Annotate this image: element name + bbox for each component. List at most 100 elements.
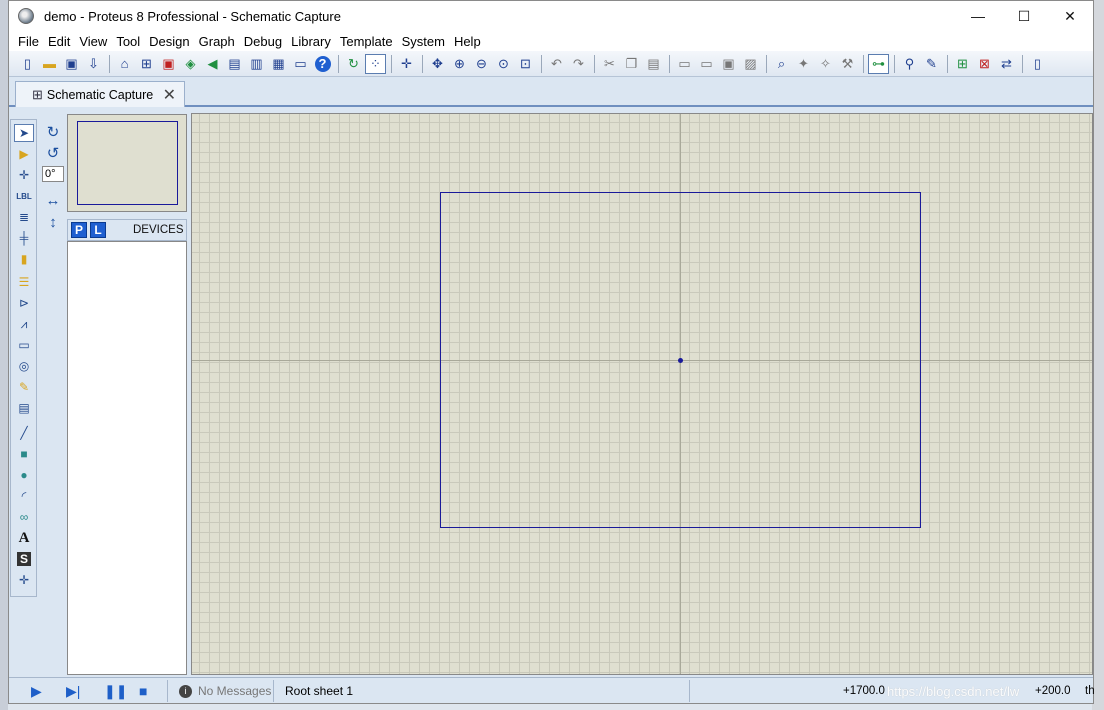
component-mode-icon[interactable]: ▶	[14, 145, 34, 163]
tape-recorder-icon[interactable]: ▭	[14, 336, 34, 354]
overview-window[interactable]	[67, 114, 187, 212]
new-file-icon[interactable]: ▯	[17, 54, 38, 74]
refresh-icon[interactable]: ↻	[343, 54, 364, 74]
library-manager-button[interactable]: L	[90, 222, 106, 238]
wire-autorouter-icon[interactable]: ⊶	[868, 53, 889, 74]
zoom-all-icon[interactable]: ⊙	[493, 54, 514, 74]
new-sheet-icon[interactable]: ⊞	[952, 54, 973, 74]
arc-2d-icon[interactable]: ◜	[14, 487, 34, 505]
markers-icon[interactable]: ✛	[14, 571, 34, 589]
save-icon[interactable]: ▣	[61, 54, 82, 74]
selection-mode-icon[interactable]: ➤	[14, 124, 34, 142]
menu-file[interactable]: File	[14, 34, 44, 49]
property-assignment-icon[interactable]: ✎	[921, 54, 942, 74]
pause-icon[interactable]: ❚❚	[104, 682, 127, 700]
zoom-area-icon[interactable]: ⊡	[515, 54, 536, 74]
remove-sheet-icon[interactable]: ⊠	[974, 54, 995, 74]
undo-icon[interactable]: ↶	[546, 54, 567, 74]
origin-icon[interactable]: ✛	[396, 54, 417, 74]
cut-icon[interactable]: ✂	[599, 54, 620, 74]
bom-icon[interactable]: ▤	[224, 54, 245, 74]
gerber-icon[interactable]: ◀	[202, 54, 223, 74]
mirror-vertical-icon[interactable]: ↕	[43, 213, 63, 231]
virtual-instruments-icon[interactable]: ▤	[14, 399, 34, 417]
pcb-icon[interactable]: ▣	[158, 54, 179, 74]
step-icon[interactable]: ▶|	[66, 682, 80, 700]
menu-edit[interactable]: Edit	[44, 34, 75, 49]
overview-sheet-frame	[77, 121, 178, 205]
status-bar: ▶ ▶| ❚❚ ■ i No Messages Root sheet 1 +17…	[9, 677, 1095, 703]
graph-icon[interactable]: ⩘	[14, 315, 34, 333]
menu-help[interactable]: Help	[450, 34, 486, 49]
play-icon[interactable]: ▶	[31, 682, 42, 700]
decompose-icon[interactable]: ⚒	[837, 54, 858, 74]
make-device-icon[interactable]: ✦	[793, 54, 814, 74]
schematic-icon[interactable]: ⊞	[136, 54, 157, 74]
block-move-icon[interactable]: ▭	[696, 54, 717, 74]
tab-schematic-capture[interactable]: ⊞ Schematic Capture ✕	[15, 81, 185, 107]
text-script-icon[interactable]: ≣	[14, 208, 34, 226]
schematic-editing-canvas[interactable]	[191, 113, 1093, 675]
pan-icon[interactable]: ✥	[427, 54, 448, 74]
rotate-anticlockwise-icon[interactable]: ↺	[43, 144, 63, 162]
terminals-icon[interactable]: ☰	[14, 273, 34, 291]
block-copy-icon[interactable]: ▭	[674, 54, 695, 74]
device-pins-icon[interactable]: ⊳	[14, 294, 34, 312]
close-window-button[interactable]: ✕	[1047, 1, 1093, 31]
packaging-icon[interactable]: ✧	[815, 54, 836, 74]
netlist-to-pcb-icon[interactable]: ▯	[1027, 54, 1048, 74]
zoom-in-icon[interactable]: ⊕	[449, 54, 470, 74]
menu-library[interactable]: Library	[287, 34, 336, 49]
block-delete-icon[interactable]: ▨	[740, 54, 761, 74]
junction-dot-icon[interactable]: ✛	[14, 166, 34, 184]
maximize-button[interactable]: ☐	[1001, 1, 1047, 31]
menu-template[interactable]: Template	[336, 34, 398, 49]
minimize-button[interactable]: —	[955, 1, 1001, 31]
menu-graph[interactable]: Graph	[195, 34, 240, 49]
design-explorer-icon[interactable]: ▥	[246, 54, 267, 74]
menu-debug[interactable]: Debug	[240, 34, 287, 49]
rotate-clockwise-icon[interactable]: ↻	[43, 123, 63, 141]
home-icon[interactable]: ⌂	[114, 54, 135, 74]
closed-path-2d-icon[interactable]: ∞	[14, 508, 34, 526]
messages-status[interactable]: No Messages	[198, 684, 271, 698]
device-list[interactable]	[67, 241, 187, 675]
circle-2d-icon[interactable]: ●	[14, 466, 34, 484]
notes-icon[interactable]: ▭	[290, 54, 311, 74]
wire-label-icon[interactable]: LBL	[14, 187, 34, 205]
subcircuit-icon[interactable]: ▮	[14, 250, 34, 268]
search-icon[interactable]: ⚲	[899, 54, 920, 74]
navigate-icon[interactable]: ⇄	[996, 54, 1017, 74]
open-folder-icon[interactable]: ▬	[39, 54, 60, 74]
menu-tool[interactable]: Tool	[112, 34, 145, 49]
orientation-toolbar: ↻ ↺ 0° ↔ ↕	[40, 119, 66, 239]
simulation-graph-icon[interactable]: ▦	[268, 54, 289, 74]
menu-view[interactable]: View	[75, 34, 112, 49]
pick-device-icon[interactable]: ⌕	[771, 54, 792, 74]
redo-icon[interactable]: ↷	[568, 54, 589, 74]
block-rotate-icon[interactable]: ▣	[718, 54, 739, 74]
paste-icon[interactable]: ▤	[643, 54, 664, 74]
3d-viewer-icon[interactable]: ◈	[180, 54, 201, 74]
grid-icon[interactable]: ⁘	[365, 53, 386, 74]
box-2d-icon[interactable]: ■	[14, 445, 34, 463]
import-icon[interactable]: ⇩	[83, 54, 104, 74]
stop-icon[interactable]: ■	[139, 682, 147, 700]
rotation-angle-field[interactable]: 0°	[42, 166, 64, 182]
schematic-icon: ⊞	[32, 86, 43, 102]
device-selector-header: P L DEVICES	[67, 219, 187, 241]
line-2d-icon[interactable]: ╱	[14, 424, 34, 442]
close-tab-icon[interactable]: ✕	[163, 85, 176, 105]
copy-icon[interactable]: ❐	[621, 54, 642, 74]
zoom-out-icon[interactable]: ⊖	[471, 54, 492, 74]
mirror-horizontal-icon[interactable]: ↔	[43, 191, 63, 209]
generator-icon[interactable]: ◎	[14, 357, 34, 375]
buses-icon[interactable]: ╪	[14, 229, 34, 247]
pick-device-button[interactable]: P	[71, 222, 87, 238]
help-icon[interactable]: ?	[312, 54, 333, 74]
symbols-icon[interactable]: S	[14, 550, 34, 568]
voltage-probe-icon[interactable]: ✎	[14, 378, 34, 396]
text-2d-icon[interactable]: A	[14, 529, 34, 547]
menu-system[interactable]: System	[398, 34, 450, 49]
menu-design[interactable]: Design	[145, 34, 194, 49]
